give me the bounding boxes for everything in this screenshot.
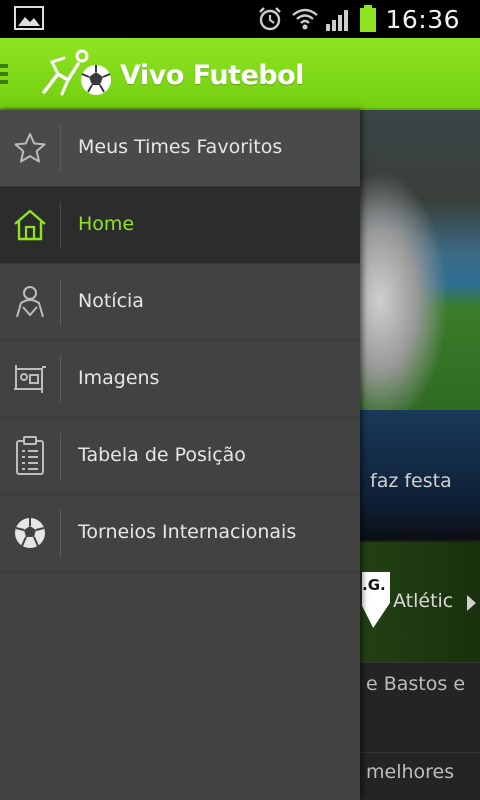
menu-item-home[interactable]: Home — [0, 187, 360, 264]
news-item-text: e Bastos e — [366, 673, 466, 695]
menu-item-label: Notícia — [78, 290, 144, 312]
menu-item-favorite-teams[interactable]: Meus Times Favoritos — [0, 110, 360, 187]
separator — [60, 356, 61, 403]
menu-item-standings[interactable]: Tabela de Posição — [0, 418, 360, 495]
menu-item-label: Meus Times Favoritos — [78, 136, 283, 158]
hero-caption-text: faz festa — [370, 470, 452, 492]
star-icon — [12, 128, 48, 168]
image-icon — [12, 359, 48, 399]
separator — [60, 125, 61, 172]
separator — [60, 202, 61, 249]
home-icon — [12, 205, 48, 245]
clipboard-table-icon — [12, 436, 48, 476]
wifi-icon — [291, 6, 319, 32]
soccer-ball-icon — [12, 513, 48, 553]
status-bar: 16:36 — [0, 0, 480, 38]
soccer-player-logo-icon[interactable] — [38, 48, 114, 104]
chevron-right-icon[interactable] — [467, 595, 476, 611]
menu-item-news[interactable]: Notícia — [0, 264, 360, 341]
separator — [60, 433, 61, 480]
team-name: Atlétic — [393, 590, 454, 612]
menu-item-label: Imagens — [78, 367, 160, 389]
gallery-icon — [14, 6, 44, 30]
signal-icon — [325, 6, 353, 32]
alarm-icon — [257, 6, 283, 32]
menu-item-international-tournaments[interactable]: Torneios Internacionais — [0, 495, 360, 572]
menu-item-label: Torneios Internacionais — [78, 521, 297, 543]
battery-icon — [359, 5, 377, 33]
navigation-drawer: Meus Times Favoritos Home Notícia Imagen… — [0, 110, 360, 800]
separator — [60, 279, 61, 326]
app-bar: Vivo Futebol — [0, 38, 480, 110]
separator — [60, 510, 61, 557]
clock: 16:36 — [385, 4, 460, 34]
team-crest-text: .G. — [362, 576, 386, 594]
drawer-toggle-icon[interactable] — [0, 64, 10, 86]
news-item-text: melhores — [366, 761, 455, 783]
news-person-icon — [12, 282, 48, 322]
menu-item-label: Tabela de Posição — [78, 444, 246, 466]
menu-item-images[interactable]: Imagens — [0, 341, 360, 418]
app-title[interactable]: Vivo Futebol — [120, 60, 304, 91]
menu-item-label: Home — [78, 213, 135, 235]
